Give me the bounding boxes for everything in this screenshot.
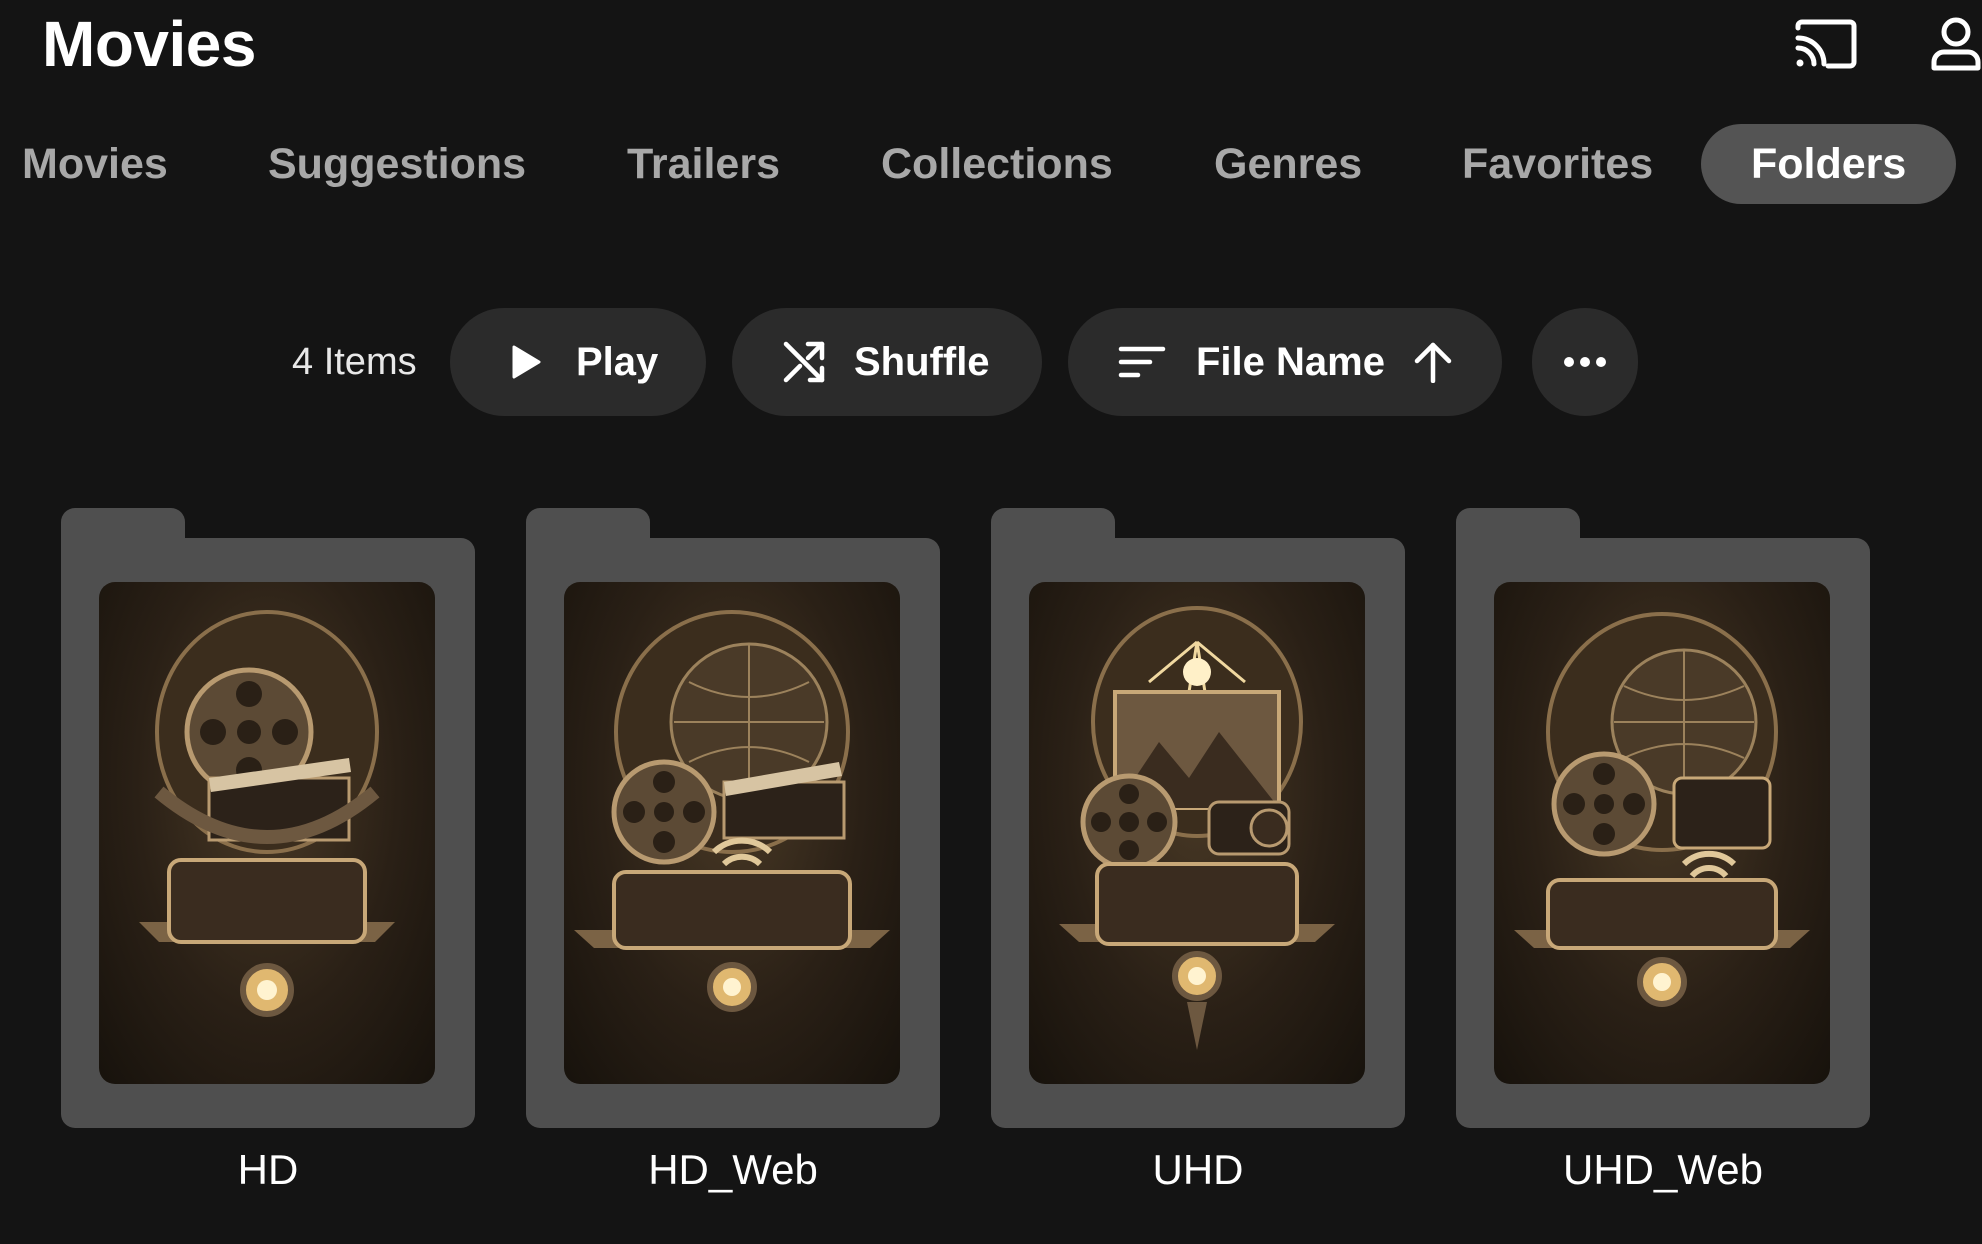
folder-thumbnail: [564, 582, 900, 1084]
cast-icon: [1794, 18, 1858, 75]
user-button[interactable]: [1930, 10, 1982, 82]
user-icon: [1930, 16, 1982, 77]
shuffle-label: Shuffle: [854, 339, 990, 384]
sort-label: File Name: [1196, 339, 1385, 384]
folder-card-uhd[interactable]: UHD: [991, 508, 1405, 1193]
sort-button[interactable]: File Name: [1068, 308, 1502, 416]
tab-bar: Movies Suggestions Trailers Collections …: [0, 124, 1982, 204]
tab-trailers[interactable]: Trailers: [627, 124, 780, 204]
arrow-up-icon: [1413, 341, 1453, 383]
shuffle-button[interactable]: Shuffle: [732, 308, 1042, 416]
folder-label: HD: [237, 1146, 299, 1193]
folder-card-hd[interactable]: HD: [61, 508, 475, 1193]
items-count: 4 Items: [292, 341, 417, 383]
page-title: Movies: [42, 8, 256, 80]
tab-collections[interactable]: Collections: [881, 124, 1113, 204]
folder-thumbnail: [99, 582, 435, 1084]
folder-thumbnail: [1494, 582, 1830, 1084]
tab-suggestions[interactable]: Suggestions: [268, 124, 526, 204]
tab-movies[interactable]: Movies: [22, 124, 168, 204]
folder-label: UHD_Web: [1563, 1146, 1763, 1193]
folder-label: UHD: [1152, 1146, 1244, 1193]
play-icon: [510, 344, 542, 380]
sort-icon: [1118, 345, 1166, 379]
more-button[interactable]: [1532, 308, 1638, 416]
cast-button[interactable]: [1788, 10, 1864, 82]
play-label: Play: [576, 339, 659, 384]
app-root: Movies Movies Suggestions Trailers Colle…: [0, 0, 1982, 1244]
toolbar: 4 Items Play Shuffle File Name: [0, 308, 1982, 416]
folder-card-uhd-web[interactable]: UHD_Web: [1456, 508, 1870, 1193]
more-icon: [1563, 356, 1607, 368]
folder-thumbnail: [1029, 582, 1365, 1084]
folder-label: HD_Web: [648, 1146, 818, 1193]
tab-genres[interactable]: Genres: [1214, 124, 1362, 204]
play-button[interactable]: Play: [450, 308, 706, 416]
folder-card-hd-web[interactable]: HD_Web: [526, 508, 940, 1193]
tab-favorites[interactable]: Favorites: [1462, 124, 1653, 204]
shuffle-icon: [782, 340, 828, 384]
tab-folders[interactable]: Folders: [1701, 124, 1957, 204]
